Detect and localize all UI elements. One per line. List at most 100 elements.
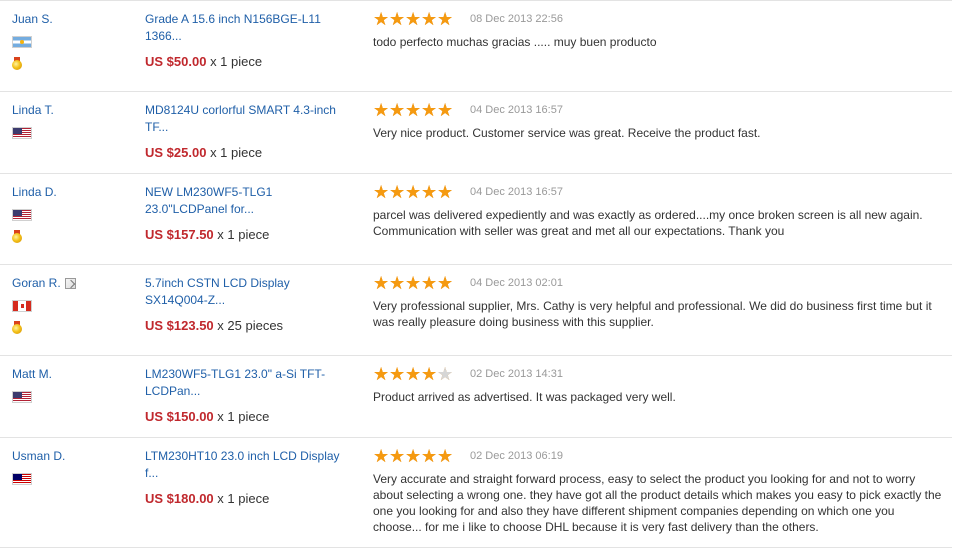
quantity: x 1 piece [217,227,270,242]
buyer-info: Matt M. [12,366,132,403]
star-rating: ★ ★ ★ ★ ★ [373,9,454,29]
review-row: Linda D. NEW LM230WF5-TLG1 23.0"LCDPanel… [0,174,952,265]
review-text: parcel was delivered expediently and was… [373,208,923,238]
review-content: ★ ★ ★ ★ ★ 04 Dec 2013 16:57 parcel was deliv… [373,182,945,239]
review-content: ★ ★ ★ ★ ★ 02 Dec 2013 06:19 Very accurate an… [373,446,945,535]
star-icon: ★ [421,446,438,466]
star-icon: ★ [389,9,406,29]
star-icon: ★ [389,364,406,384]
product-title-link[interactable]: LTM230HT10 23.0 inch LCD Display f... [145,448,345,482]
medal-icon [12,230,22,243]
usa-flag-icon [12,391,32,403]
product-title-link[interactable]: MD8124U corlorful SMART 4.3-inch TF... [145,102,345,136]
star-rating: ★ ★ ★ ★ ★ [373,100,454,120]
review-row: Juan S. Grade A 15.6 inch N156BGE-L11 13… [0,0,952,92]
buyer-info: Linda T. [12,102,132,139]
price: US $180.00 [145,491,214,506]
star-icon: ★ [405,364,422,384]
review-text: Very nice product. Customer service was … [373,126,761,140]
verified-icon [64,277,76,289]
product-title-link[interactable]: NEW LM230WF5-TLG1 23.0"LCDPanel for... [145,184,345,218]
quantity: x 1 piece [210,54,263,69]
usa-flag-icon [12,127,32,139]
reviews-list: Juan S. Grade A 15.6 inch N156BGE-L11 13… [0,0,952,548]
review-text: todo perfecto muchas gracias ..... muy b… [373,35,657,49]
review-row: Usman D. LTM230HT10 23.0 inch LCD Displa… [0,438,952,548]
buyer-info: Goran R. [12,275,132,334]
star-icon: ★ [373,9,390,29]
star-icon: ★ [437,446,454,466]
buyer-name-link[interactable]: Linda T. [12,102,54,118]
review-date: 04 Dec 2013 16:57 [470,186,563,198]
buyer-info: Linda D. [12,184,132,243]
product-info: NEW LM230WF5-TLG1 23.0"LCDPanel for... U… [145,184,345,243]
star-icon: ★ [389,446,406,466]
star-icon: ★ [421,364,438,384]
review-text: Very professional supplier, Mrs. Cathy i… [373,299,932,329]
star-rating: ★ ★ ★ ★ ★ [373,273,454,293]
star-icon: ★ [421,100,438,120]
product-info: LM230WF5-TLG1 23.0" a-Si TFT-LCDPan... U… [145,366,345,425]
star-icon: ★ [437,182,454,202]
quantity: x 1 piece [210,145,263,160]
star-icon: ★ [421,182,438,202]
buyer-info: Usman D. [12,448,132,485]
star-icon: ★ [373,364,390,384]
review-content: ★ ★ ★ ★ ★ 08 Dec 2013 22:56 todo perfecto mu… [373,9,945,50]
star-icon: ★ [389,182,406,202]
product-info: 5.7inch CSTN LCD Display SX14Q004-Z... U… [145,275,345,334]
star-icon: ★ [405,446,422,466]
product-info: LTM230HT10 23.0 inch LCD Display f... US… [145,448,345,507]
star-rating: ★ ★ ★ ★ ★ [373,364,453,384]
usa-flag-icon [12,209,32,221]
star-icon: ★ [437,9,454,29]
review-content: ★ ★ ★ ★ ★ 04 Dec 2013 16:57 Very nice produc… [373,100,945,141]
review-date: 02 Dec 2013 14:31 [470,368,563,380]
product-title-link[interactable]: LM230WF5-TLG1 23.0" a-Si TFT-LCDPan... [145,366,345,400]
star-icon: ★ [373,446,390,466]
product-info: Grade A 15.6 inch N156BGE-L11 1366... US… [145,11,345,70]
star-icon: ★ [373,100,390,120]
star-icon: ★ [421,273,438,293]
malaysia-flag-icon [12,473,32,485]
quantity: x 1 piece [217,491,270,506]
star-icon: ★ [389,100,406,120]
buyer-name-link[interactable]: Usman D. [12,448,65,464]
argentina-flag-icon [12,36,32,48]
buyer-name-link[interactable]: Linda D. [12,184,57,200]
canada-flag-icon [12,300,32,312]
product-title-link[interactable]: Grade A 15.6 inch N156BGE-L11 1366... [145,11,345,45]
buyer-info: Juan S. [12,11,132,70]
product-title-link[interactable]: 5.7inch CSTN LCD Display SX14Q004-Z... [145,275,345,309]
star-icon: ★ [373,273,390,293]
star-icon: ★ [437,273,454,293]
review-row: Matt M. LM230WF5-TLG1 23.0" a-Si TFT-LCD… [0,356,952,438]
review-text: Very accurate and straight forward proce… [373,472,942,534]
quantity: x 1 piece [217,409,270,424]
medal-icon [12,321,22,334]
medal-icon [12,57,22,70]
star-icon: ★ [389,273,406,293]
price: US $123.50 [145,318,214,333]
buyer-name-link[interactable]: Goran R. [12,275,61,291]
star-icon: ★ [405,9,422,29]
review-content: ★ ★ ★ ★ ★ 04 Dec 2013 02:01 Very professiona… [373,273,945,330]
star-icon: ★ [373,182,390,202]
star-rating: ★ ★ ★ ★ ★ [373,446,454,466]
star-icon: ★ [421,9,438,29]
price: US $157.50 [145,227,214,242]
review-date: 02 Dec 2013 06:19 [470,450,563,462]
buyer-name-link[interactable]: Juan S. [12,11,53,27]
review-date: 04 Dec 2013 02:01 [470,277,563,289]
price: US $50.00 [145,54,207,69]
star-icon: ★ [405,273,422,293]
review-date: 04 Dec 2013 16:57 [470,104,563,116]
review-date: 08 Dec 2013 22:56 [470,13,563,25]
star-icon: ★ [437,100,454,120]
star-icon: ★ [405,182,422,202]
buyer-name-link[interactable]: Matt M. [12,366,52,382]
price: US $150.00 [145,409,214,424]
product-info: MD8124U corlorful SMART 4.3-inch TF... U… [145,102,345,161]
review-content: ★ ★ ★ ★ ★ 02 Dec 2013 14:31 Product arrived … [373,364,945,405]
quantity: x 25 pieces [217,318,284,333]
